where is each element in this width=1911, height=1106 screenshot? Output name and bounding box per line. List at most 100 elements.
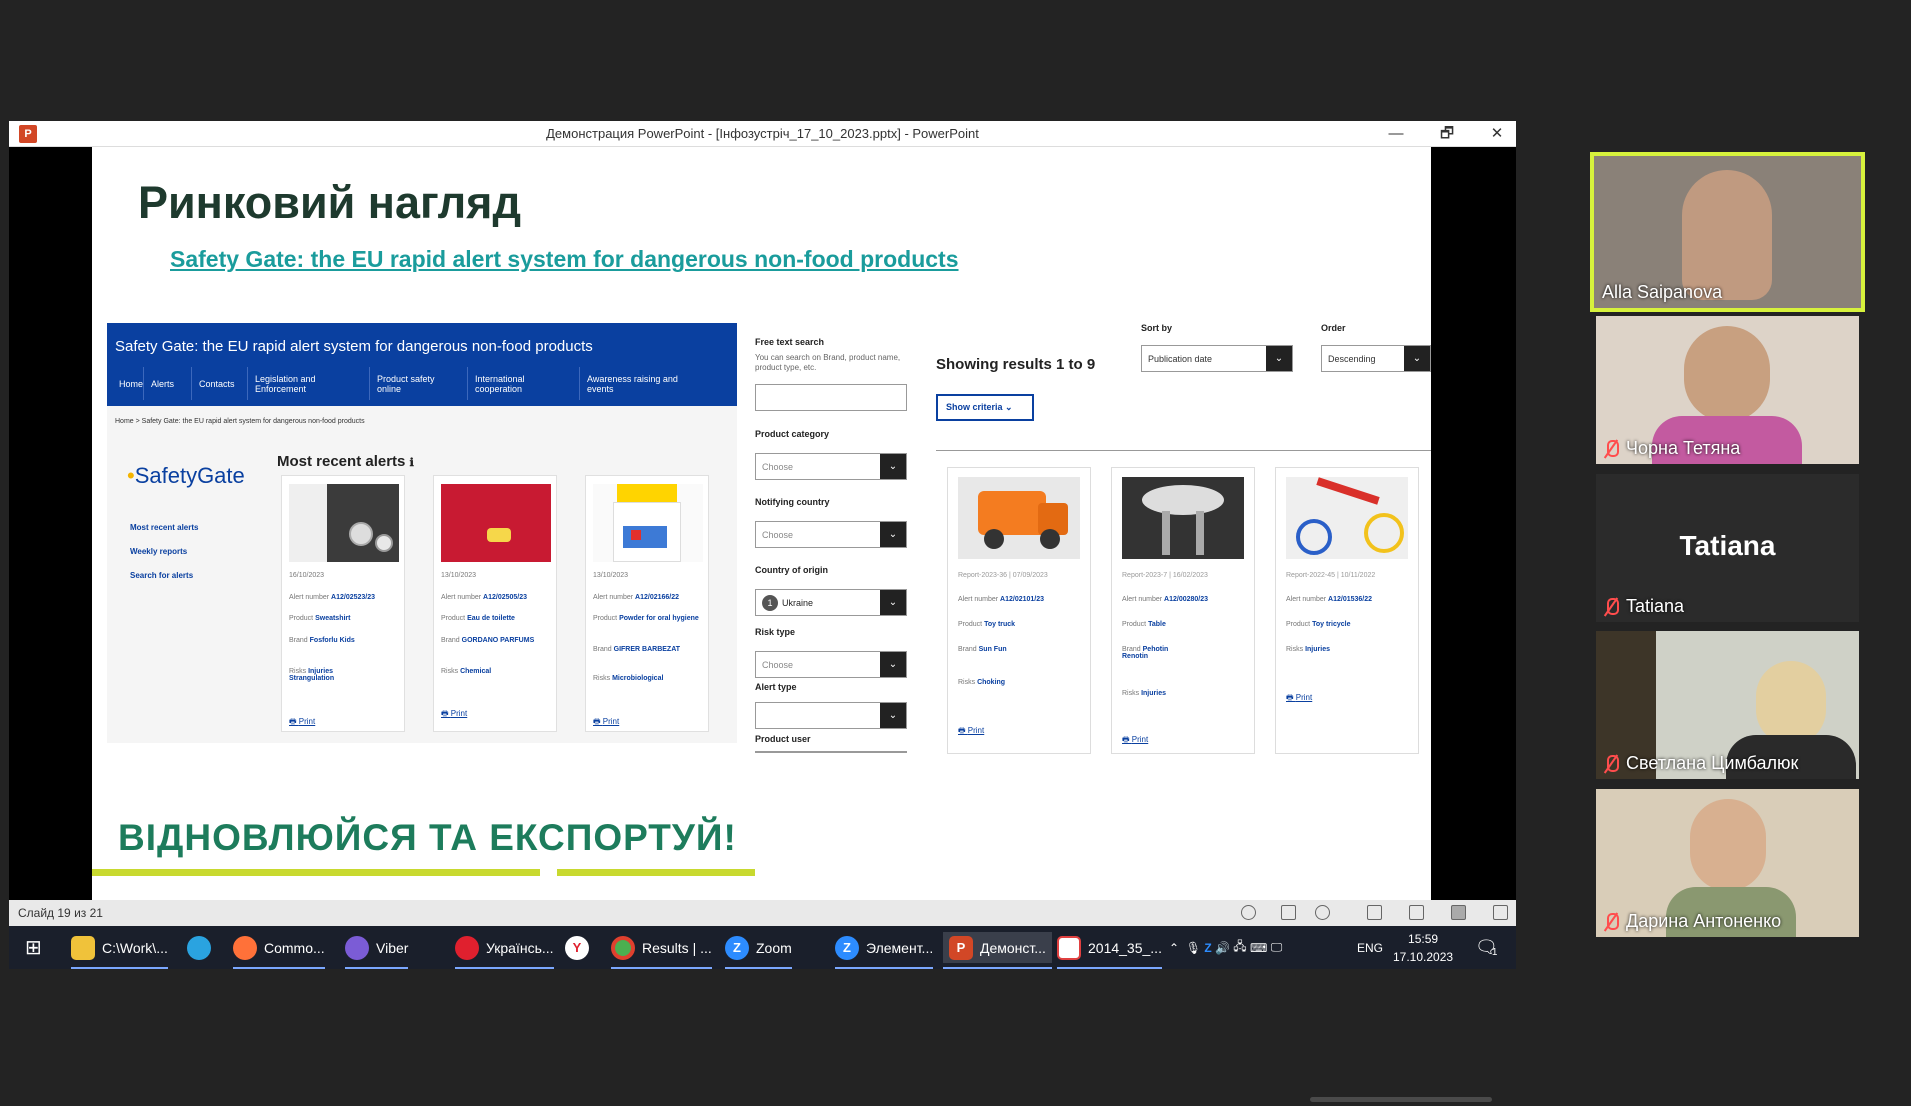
close-button[interactable]: ✕ xyxy=(1477,123,1517,145)
restore-button[interactable]: 🗗 xyxy=(1427,123,1467,145)
sort-by-label: Sort by xyxy=(1141,323,1173,333)
participant-name: Светлана Цимбалюк xyxy=(1604,753,1798,774)
alert-type-select: ⌄ xyxy=(755,702,907,729)
risks-row: Risks Choking xyxy=(958,679,1005,686)
video-tile-active[interactable]: Alla Saipanova xyxy=(1590,152,1865,312)
window-titlebar[interactable]: P Демонстрация PowerPoint - [Інфозустріч… xyxy=(9,121,1516,147)
taskbar-label: Commo... xyxy=(264,939,325,956)
accent-line xyxy=(92,869,540,876)
clock-time: 15:59 xyxy=(1408,932,1439,946)
volume-icon[interactable]: 🔊 xyxy=(1215,941,1230,955)
risks-row: Risks Microbiological xyxy=(593,675,663,682)
muted-mic-icon xyxy=(1604,913,1619,931)
opera-icon xyxy=(455,935,479,960)
reading-view-icon[interactable] xyxy=(1451,905,1466,920)
taskbar-item[interactable]: Commo... xyxy=(233,932,325,969)
taskbar-item[interactable]: Viber xyxy=(345,932,409,969)
risks-label: Risks xyxy=(1286,646,1304,653)
yandex-icon: Y xyxy=(565,935,589,960)
product-row: Product Toy truck xyxy=(958,621,1015,628)
alert-number-label: Alert number xyxy=(1286,596,1327,603)
brand-value: GORDANO PARFUMS xyxy=(461,637,535,644)
taskbar-item[interactable]: Українсь... xyxy=(455,932,554,969)
slide-sorter-icon[interactable] xyxy=(1409,905,1424,920)
video-tile[interactable]: Чорна Тетяна xyxy=(1596,316,1859,464)
notification-count: 1 xyxy=(1491,947,1498,958)
alert-number-row: Alert number A12/00280/23 xyxy=(1122,596,1208,603)
accent-line xyxy=(557,869,755,876)
next-icon[interactable] xyxy=(1315,905,1330,920)
tray-icons[interactable]: ⌃ 🎙 Z 🔊 🖧 ⌨ 🖵 xyxy=(1169,932,1282,963)
chevron-down-icon: ⌄ xyxy=(880,652,906,677)
risks-row: Risks Injuries xyxy=(1286,646,1330,653)
sg-header: Safety Gate: the EU rapid alert system f… xyxy=(107,323,737,406)
report-line: Report-2023-7 | 16/02/2023 xyxy=(1122,572,1208,579)
window-title: Демонстрация PowerPoint - [Інфозустріч_1… xyxy=(546,126,979,141)
horizontal-scrollbar[interactable] xyxy=(1310,1097,1492,1102)
clock-date: 17.10.2023 xyxy=(1393,950,1454,964)
slide-title: Ринковий нагляд xyxy=(138,177,522,228)
brand-label: Brand xyxy=(593,646,612,653)
display-icon[interactable]: 🖵 xyxy=(1271,940,1283,955)
print-link: 🖶 Print xyxy=(441,709,468,718)
brand-row: Brand GIFRER BARBEZAT xyxy=(593,646,680,653)
order-label: Order xyxy=(1321,323,1346,333)
logo-dot-icon: • xyxy=(127,463,135,488)
taskbar-item[interactable]: Results | ... xyxy=(611,932,712,969)
risks-label: Risks xyxy=(958,679,976,686)
participant-name-text: Дарина Антоненко xyxy=(1626,911,1782,931)
risks-row: Risks Injuries xyxy=(1122,690,1166,697)
select-value: Publication date xyxy=(1148,354,1213,364)
normal-view-icon[interactable] xyxy=(1367,905,1382,920)
risks-value: Microbiological xyxy=(612,675,664,682)
start-button[interactable]: ⊞ xyxy=(25,932,42,963)
running-indicator xyxy=(71,967,168,969)
clock[interactable]: 15:59 17.10.2023 xyxy=(1393,930,1453,966)
keyboard-icon[interactable]: ⌨ xyxy=(1250,941,1267,955)
notification-button[interactable]: 🗨 1 xyxy=(1475,932,1498,963)
taskbar-item[interactable] xyxy=(187,932,218,963)
notes-icon[interactable] xyxy=(1281,905,1296,920)
country-origin-label: Country of origin xyxy=(755,565,828,575)
toy-tricycle-image xyxy=(1286,477,1408,559)
sort-by-select: Publication date ⌄ xyxy=(1141,345,1293,372)
taskbar-item-active[interactable]: P Демонст... xyxy=(943,932,1052,969)
alert-date: 13/10/2023 xyxy=(593,572,629,579)
print-link: 🖶 Print xyxy=(1286,693,1313,702)
running-indicator xyxy=(835,967,934,969)
product-label: Product xyxy=(1286,621,1311,628)
chevron-down-icon: ⌄ xyxy=(880,703,906,728)
video-tile[interactable]: Светлана Цимбалюк xyxy=(1596,631,1859,779)
count-badge: 1 xyxy=(762,595,778,611)
participant-name-text: Tatiana xyxy=(1626,596,1685,616)
taskbar-item[interactable]: C:\Work\... xyxy=(71,932,168,969)
muted-mic-icon xyxy=(1604,598,1619,616)
microphone-icon[interactable]: 🎙 xyxy=(1186,941,1201,955)
country-origin-select: 1 Ukraine ⌄ xyxy=(755,589,907,616)
taskbar-item[interactable]: Z Zoom xyxy=(725,932,792,969)
taskbar-label: 2014_35_... xyxy=(1088,939,1162,956)
previous-icon[interactable] xyxy=(1241,905,1256,920)
alert-number: A12/02166/22 xyxy=(635,594,680,601)
info-icon: ℹ xyxy=(409,457,414,469)
chevron-up-icon[interactable]: ⌃ xyxy=(1169,941,1179,955)
network-icon[interactable]: 🖧 xyxy=(1233,937,1246,958)
alert-card: 13/10/2023 Alert number A12/02505/23 Pro… xyxy=(433,475,557,732)
minimize-button[interactable]: — xyxy=(1376,123,1416,145)
safety-gate-link[interactable]: Safety Gate: the EU rapid alert system f… xyxy=(170,246,959,273)
print-label: Print xyxy=(1131,735,1149,744)
slide[interactable]: Ринковий нагляд Safety Gate: the EU rapi… xyxy=(92,147,1431,900)
taskbar-item[interactable]: Z Элемент... xyxy=(835,932,934,969)
language-indicator[interactable]: ENG xyxy=(1357,932,1383,963)
video-tile[interactable]: Дарина Антоненко xyxy=(1596,789,1859,937)
zoom-tray-icon[interactable]: Z xyxy=(1204,941,1211,955)
risks-value: Chemical xyxy=(460,668,492,675)
participant-name: Tatiana xyxy=(1604,596,1684,617)
taskbar-item[interactable]: 2014_35_... xyxy=(1057,932,1162,969)
video-tile[interactable]: Tatiana Tatiana xyxy=(1596,474,1859,622)
slideshow-icon[interactable] xyxy=(1493,905,1508,920)
risks-label: Risks xyxy=(441,668,459,675)
risks-value: Choking xyxy=(977,679,1006,686)
chevron-down-icon: ⌄ xyxy=(880,522,906,547)
taskbar-item[interactable]: Y xyxy=(565,932,596,963)
